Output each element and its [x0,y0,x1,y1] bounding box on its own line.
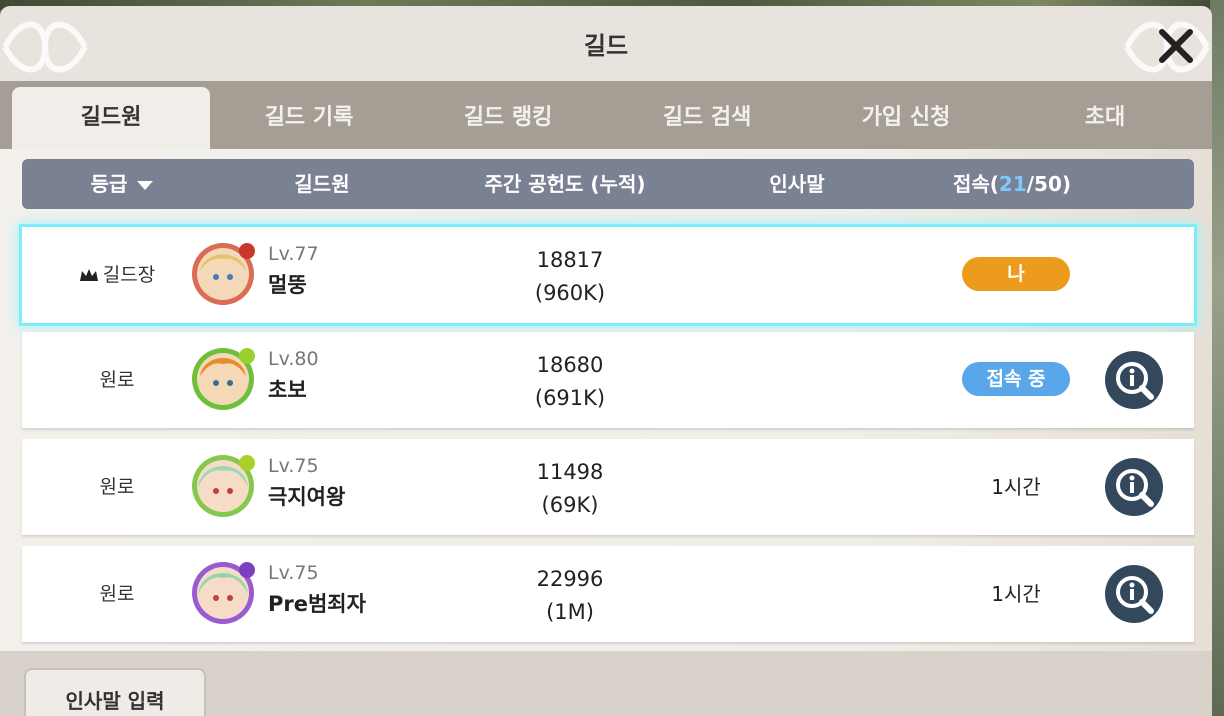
magnify-info-icon[interactable] [1105,458,1163,516]
member-name: 멀뚱 [268,273,307,297]
member-table-header: 등급 길드원 주간 공헌도 (누적) 인사말 접속(21/50) [22,159,1194,209]
grade-header-label: 등급 [90,172,128,196]
total-contribution: (69K) [541,493,599,517]
member-level: Lv.80 [268,348,319,370]
tab-guild-log[interactable]: 길드 기록 [210,87,408,149]
weekly-contribution: 22996 [536,567,604,591]
enter-greeting-button[interactable]: 인사말 입력 [24,668,206,716]
contribution-header: 주간 공헌도 (누적) [484,172,646,196]
magnify-info-icon[interactable] [1105,565,1163,623]
member-rank: 원로 [99,583,135,605]
weekly-contribution: 18680 [536,353,604,377]
window-title: 길드 [583,32,629,60]
member-row[interactable]: 길드장 Lv.77 멀뚱 18817 (960K) 나 [22,227,1194,323]
online-header: 접속(21/50) [902,159,1122,209]
member-avatar [192,348,255,410]
member-level: Lv.75 [268,562,319,584]
tab-guild-ranking[interactable]: 길드 랭킹 [409,87,607,149]
tab-invite[interactable]: 초대 [1006,87,1204,149]
member-row[interactable]: 원로 Lv.75 극지여왕 11498 (69K) 1시간 [22,439,1194,535]
weekly-contribution: 11498 [536,460,604,484]
last-online-time: 1시간 [991,475,1041,499]
total-contribution: (960K) [534,281,606,305]
magnify-info-icon[interactable] [1105,351,1163,409]
member-contribution: 18680 (691K) [470,349,670,415]
member-name: 극지여왕 [268,485,346,509]
member-rank-label: 길드장 [102,264,156,286]
tab-members[interactable]: 길드원 [12,87,210,149]
online-header-prefix: 접속( [952,172,999,196]
total-contribution: (1M) [546,600,594,624]
online-badge: 접속 중 [962,362,1070,396]
tab-guild-search[interactable]: 길드 검색 [608,87,806,149]
close-icon [1159,29,1193,63]
member-row[interactable]: 원로 Lv.80 초보 18680 (691K) 접속 중 [22,332,1194,428]
guild-window: 길드 길드원 길드 기록 길드 랭킹 길드 검색 가입 신청 초대 등급 길드원… [0,6,1212,716]
member-level: Lv.77 [268,243,319,265]
member-avatar [192,243,255,305]
online-count: 21 [998,172,1027,196]
total-contribution: (691K) [534,386,606,410]
member-header: 길드원 [294,172,350,196]
tab-join-requests[interactable]: 가입 신청 [807,87,1005,149]
member-level: Lv.75 [268,455,319,477]
online-header-suffix: /50) [1026,172,1072,196]
member-contribution: 18817 (960K) [470,244,670,310]
self-badge: 나 [962,257,1070,291]
member-name: Pre범죄자 [268,592,366,616]
last-online-time: 1시간 [991,582,1041,606]
grade-sort-header[interactable]: 등급 [22,159,222,209]
member-contribution: 22996 (1M) [470,563,670,629]
background-edge [1210,0,1224,711]
tab-bar: 길드원 길드 기록 길드 랭킹 길드 검색 가입 신청 초대 [0,81,1212,149]
member-row[interactable]: 원로 Lv.75 Pre범죄자 22996 (1M) 1시간 [22,546,1194,642]
member-avatar [192,455,255,517]
crown-icon [79,269,98,281]
greeting-header: 인사말 [769,172,825,196]
member-rank: 길드장 [22,227,212,323]
sort-down-icon [137,181,154,190]
member-list-area: 등급 길드원 주간 공헌도 (누적) 인사말 접속(21/50) 길드장 Lv.… [0,149,1212,669]
member-rank: 원로 [99,476,135,498]
close-button[interactable] [1156,26,1196,66]
member-rank: 원로 [99,369,135,391]
member-contribution: 11498 (69K) [470,456,670,522]
member-name: 초보 [268,378,307,402]
weekly-contribution: 18817 [536,248,604,272]
member-avatar [192,562,255,624]
